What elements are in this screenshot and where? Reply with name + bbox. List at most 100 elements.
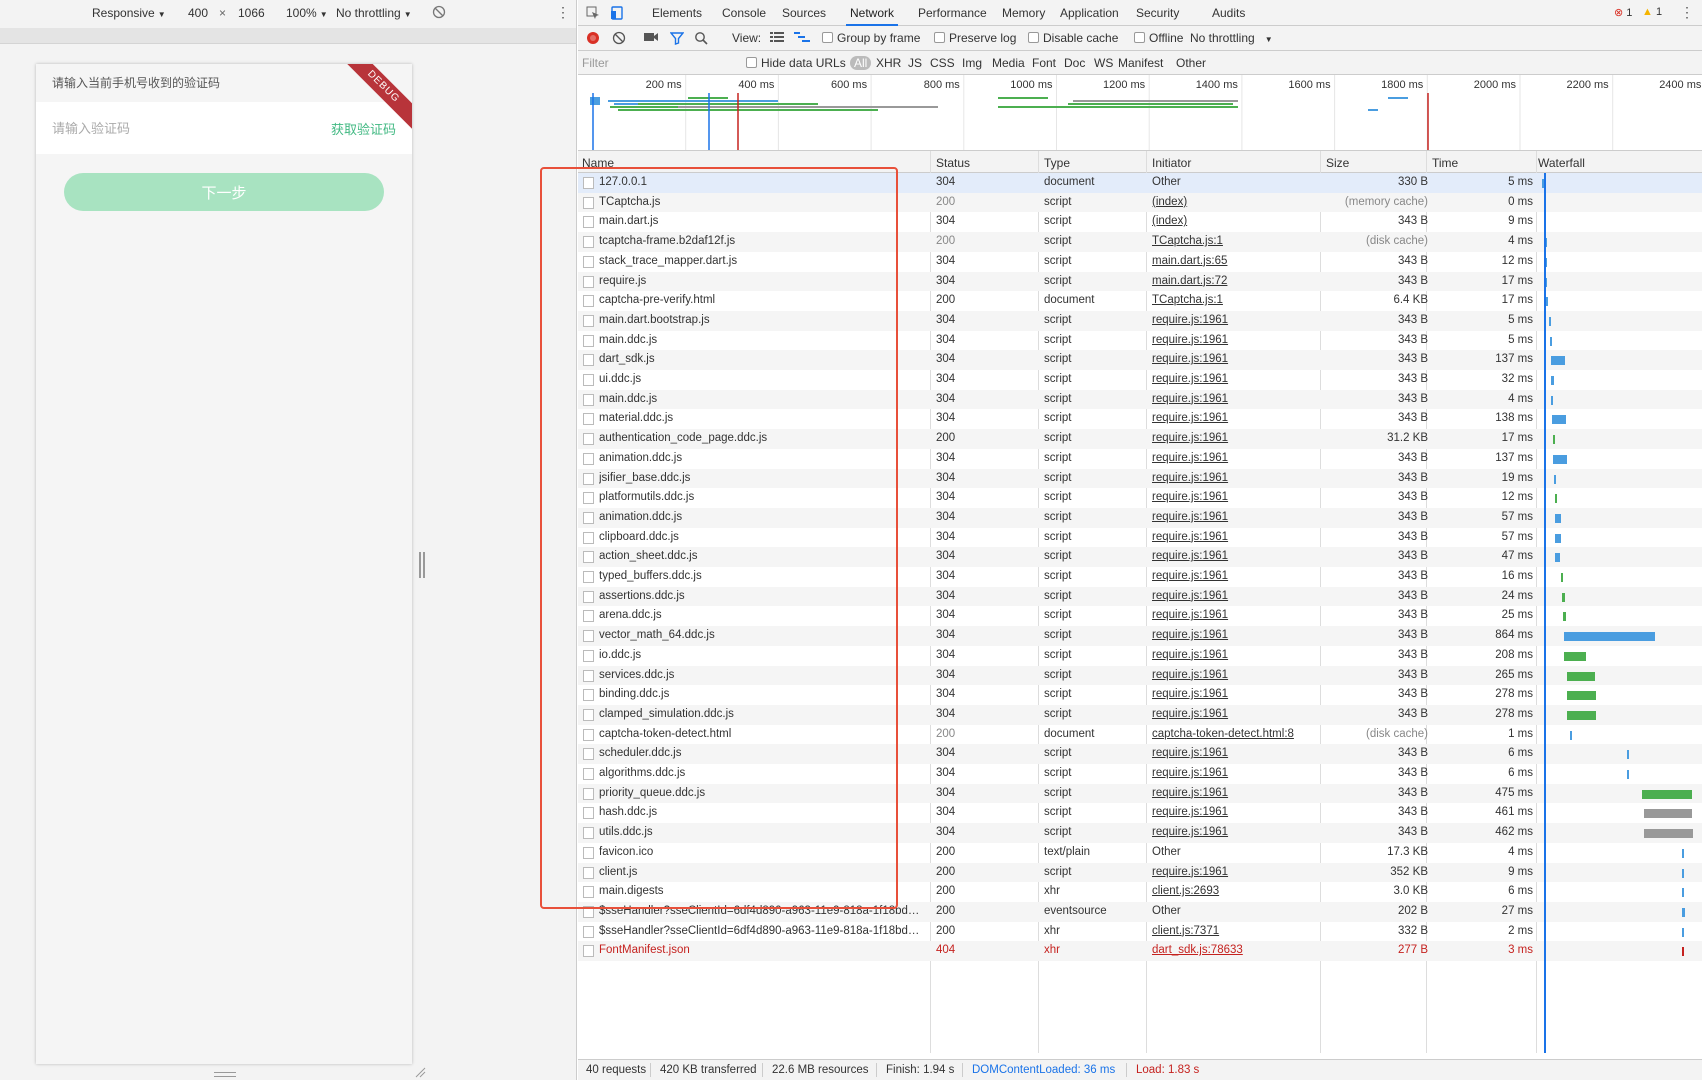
- request-row[interactable]: vector_math_64.ddc.js 304 script require.js…: [578, 626, 1702, 646]
- request-initiator[interactable]: require.js:1961: [1152, 508, 1332, 528]
- offline-checkbox[interactable]: Offline: [1134, 31, 1183, 45]
- type-filter-media[interactable]: Media: [992, 56, 1025, 70]
- column-header-size[interactable]: Size: [1326, 156, 1349, 170]
- request-initiator[interactable]: require.js:1961: [1152, 666, 1332, 686]
- request-row[interactable]: clamped_simulation.ddc.js 304 script requir…: [578, 704, 1702, 725]
- request-row[interactable]: tcaptcha-frame.b2daf12f.js 200 script TCapt…: [578, 232, 1702, 252]
- request-row[interactable]: hash.ddc.js 304 script require.js:1961 343 B…: [578, 803, 1702, 823]
- request-initiator[interactable]: require.js:1961: [1152, 567, 1332, 587]
- request-initiator[interactable]: require.js:1961: [1152, 488, 1332, 508]
- request-initiator[interactable]: require.js:1961: [1152, 587, 1332, 607]
- request-row[interactable]: animation.ddc.js 304 script require.js:1961…: [578, 507, 1702, 528]
- request-initiator[interactable]: captcha-token-detect.html:8: [1152, 725, 1332, 745]
- request-row[interactable]: typed_buffers.ddc.js 304 script require.js:…: [578, 567, 1702, 587]
- request-initiator[interactable]: require.js:1961: [1152, 370, 1332, 390]
- overview-waterfall-icon[interactable]: [794, 31, 810, 46]
- request-row[interactable]: main.ddc.js 304 script require.js:1961 343 B…: [578, 331, 1702, 351]
- type-filter-css[interactable]: CSS: [930, 56, 955, 70]
- get-code-button[interactable]: 获取验证码: [331, 119, 396, 138]
- request-initiator[interactable]: require.js:1961: [1152, 823, 1332, 843]
- request-row[interactable]: algorithms.ddc.js 304 script require.js:196…: [578, 764, 1702, 784]
- request-row[interactable]: io.ddc.js 304 script require.js:1961 343 B 20…: [578, 646, 1702, 666]
- request-row[interactable]: captcha-pre-verify.html 200 document TCaptc…: [578, 291, 1702, 311]
- group-by-frame-checkbox[interactable]: Group by frame: [822, 31, 920, 45]
- request-initiator[interactable]: require.js:1961: [1152, 705, 1332, 725]
- type-filter-font[interactable]: Font: [1032, 56, 1056, 70]
- tab-sources[interactable]: Sources: [778, 0, 830, 26]
- viewport-height-input[interactable]: 1066: [238, 6, 265, 20]
- request-initiator[interactable]: require.js:1961: [1152, 390, 1332, 410]
- device-throttling-select[interactable]: No throttling ▼: [336, 6, 412, 20]
- request-initiator[interactable]: require.js:1961: [1152, 409, 1332, 429]
- request-row[interactable]: binding.ddc.js 304 script require.js:1961 34…: [578, 685, 1702, 705]
- hide-data-urls-checkbox[interactable]: Hide data URLs: [746, 56, 846, 70]
- request-initiator[interactable]: require.js:1961: [1152, 606, 1332, 626]
- tab-application[interactable]: Application: [1056, 0, 1123, 26]
- disable-cache-checkbox[interactable]: Disable cache: [1028, 31, 1118, 45]
- more-options-icon[interactable]: ⋮: [556, 4, 570, 21]
- type-filter-js[interactable]: JS: [908, 56, 922, 70]
- verification-code-input[interactable]: [52, 120, 252, 136]
- request-row[interactable]: main.digests 200 xhr client.js:2693 3.0 KB 6 …: [578, 882, 1702, 902]
- request-row[interactable]: client.js 200 script require.js:1961 352 KB 9…: [578, 862, 1702, 883]
- device-mode-select[interactable]: Responsive ▼: [92, 6, 166, 20]
- request-row[interactable]: assertions.ddc.js 304 script require.js:196…: [578, 586, 1702, 607]
- type-filter-other[interactable]: Other: [1176, 56, 1206, 70]
- zoom-select[interactable]: 100% ▼: [286, 6, 328, 20]
- column-header-waterfall[interactable]: Waterfall: [1538, 156, 1585, 170]
- column-header-time[interactable]: Time: [1432, 156, 1458, 170]
- type-filter-manifest[interactable]: Manifest: [1118, 56, 1163, 70]
- filter-icon[interactable]: [669, 31, 685, 48]
- request-initiator[interactable]: require.js:1961: [1152, 803, 1332, 823]
- request-initiator[interactable]: require.js:1961: [1152, 429, 1332, 449]
- request-initiator[interactable]: require.js:1961: [1152, 626, 1332, 646]
- column-header-type[interactable]: Type: [1044, 156, 1070, 170]
- request-initiator[interactable]: require.js:1961: [1152, 744, 1332, 764]
- viewport-width-input[interactable]: 400: [188, 6, 208, 20]
- network-throttling-select[interactable]: No throttling ▼: [1190, 31, 1273, 45]
- tab-elements[interactable]: Elements: [648, 0, 706, 26]
- column-header-status[interactable]: Status: [936, 156, 970, 170]
- request-initiator[interactable]: require.js:1961: [1152, 646, 1332, 666]
- request-initiator[interactable]: require.js:1961: [1152, 350, 1332, 370]
- request-row[interactable]: favicon.ico 200 text/plain Other 17.3 KB 4 ms: [578, 843, 1702, 863]
- request-row[interactable]: captcha-token-detect.html 200 document capt…: [578, 725, 1702, 745]
- request-row[interactable]: TCaptcha.js 200 script (index) (memory cache…: [578, 192, 1702, 213]
- tab-memory[interactable]: Memory: [998, 0, 1049, 26]
- column-header-name[interactable]: Name: [582, 156, 614, 170]
- type-filter-doc[interactable]: Doc: [1064, 56, 1085, 70]
- request-row[interactable]: scheduler.ddc.js 304 script require.js:1961…: [578, 744, 1702, 764]
- devtools-menu-icon[interactable]: ⋮: [1680, 4, 1694, 21]
- request-initiator[interactable]: main.dart.js:72: [1152, 272, 1332, 292]
- record-icon[interactable]: [586, 31, 600, 48]
- request-initiator[interactable]: require.js:1961: [1152, 331, 1332, 351]
- request-initiator[interactable]: dart_sdk.js:78633: [1152, 941, 1332, 961]
- resize-handle-vertical[interactable]: [419, 552, 425, 578]
- request-row[interactable]: main.ddc.js 304 script require.js:1961 343 B…: [578, 389, 1702, 410]
- request-row[interactable]: clipboard.ddc.js 304 script require.js:1961…: [578, 528, 1702, 548]
- tab-console[interactable]: Console: [718, 0, 770, 26]
- request-row[interactable]: ui.ddc.js 304 script require.js:1961 343 B 32…: [578, 370, 1702, 390]
- request-initiator[interactable]: client.js:7371: [1152, 922, 1332, 942]
- type-filter-all[interactable]: All: [850, 56, 872, 70]
- request-initiator[interactable]: require.js:1961: [1152, 764, 1332, 784]
- request-row[interactable]: material.ddc.js 304 script require.js:1961 3…: [578, 409, 1702, 429]
- request-row[interactable]: platformutils.ddc.js 304 script require.js:…: [578, 488, 1702, 508]
- request-initiator[interactable]: require.js:1961: [1152, 528, 1332, 548]
- request-row[interactable]: jsifier_base.ddc.js 304 script require.js:1…: [578, 468, 1702, 489]
- request-row[interactable]: $sseHandler?sseClientId=6df4d890-a963-11…: [578, 922, 1702, 942]
- request-row[interactable]: stack_trace_mapper.dart.js 304 script main.…: [578, 252, 1702, 272]
- request-initiator[interactable]: require.js:1961: [1152, 685, 1332, 705]
- request-initiator[interactable]: TCaptcha.js:1: [1152, 291, 1332, 311]
- timeline-overview[interactable]: 200 ms 400 ms 600 ms 800 ms 1000 ms 1200 ms 14…: [578, 75, 1702, 151]
- rotate-icon[interactable]: [432, 5, 446, 22]
- request-initiator[interactable]: main.dart.js:65: [1152, 252, 1332, 272]
- inspect-element-icon[interactable]: [586, 6, 600, 20]
- tab-performance[interactable]: Performance: [914, 0, 991, 26]
- tab-audits[interactable]: Audits: [1208, 0, 1249, 26]
- request-row[interactable]: main.dart.js 304 script (index) 343 B 9 ms: [578, 212, 1702, 232]
- request-row[interactable]: priority_queue.ddc.js 304 script require.js…: [578, 783, 1702, 804]
- request-row[interactable]: require.js 304 script main.dart.js:72 343 B 1…: [578, 271, 1702, 292]
- request-initiator[interactable]: require.js:1961: [1152, 469, 1332, 489]
- request-row[interactable]: services.ddc.js 304 script require.js:1961 3…: [578, 665, 1702, 686]
